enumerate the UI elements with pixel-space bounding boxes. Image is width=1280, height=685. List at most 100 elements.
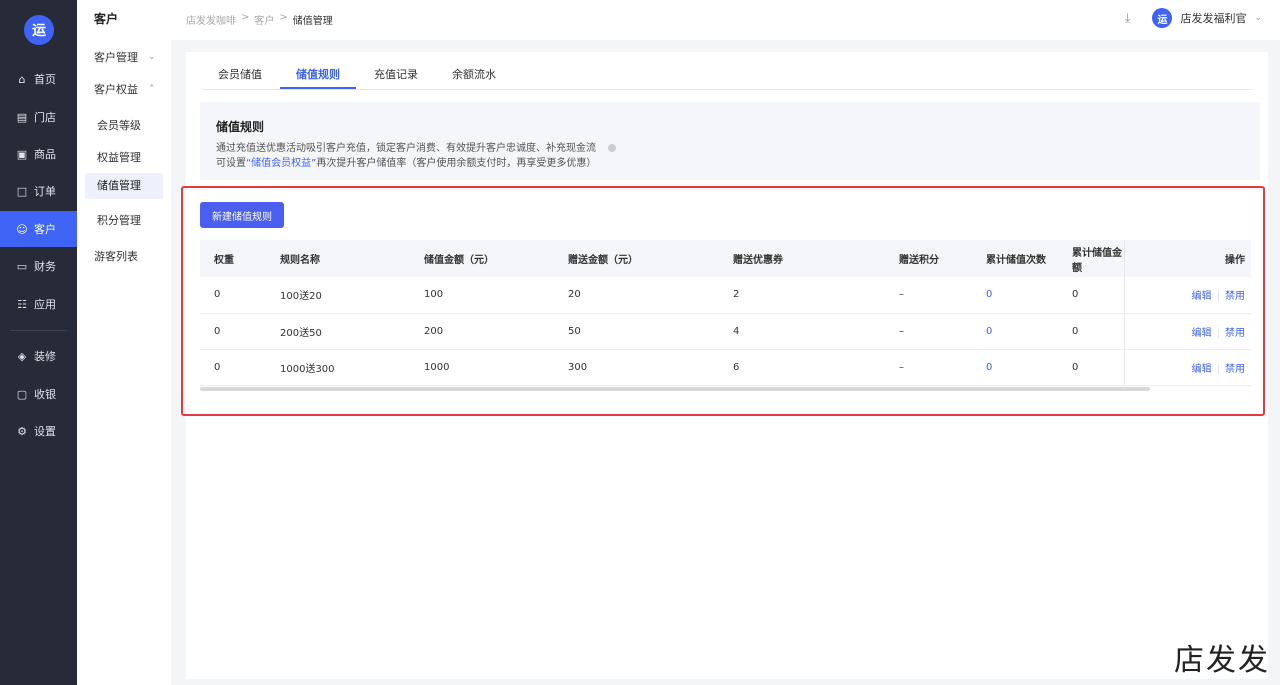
submenu-item-stored-value[interactable]: 储值管理 bbox=[85, 173, 163, 199]
table-header-row: 权重 规则名称 储值金额（元） 赠送金额（元） 赠送优惠券 赠送积分 累计储值次… bbox=[200, 240, 1251, 277]
breadcrumb: 店发发咖啡 > 客户 > 储值管理 bbox=[186, 12, 333, 27]
tab-member-stored-value[interactable]: 会员储值 bbox=[202, 58, 278, 89]
main-nav: 运 ⌂ 首页 ▤ 门店 ▣ 商品 □ 订单 ☺ 客户 ▭ 财务 ☷ 应用 ◈ 装修 ▢ 收银 ⚙ 设… bbox=[0, 0, 77, 685]
cell-points: – bbox=[885, 277, 972, 314]
top-header: 店发发咖啡 > 客户 > 储值管理 ⤓ 运 店发发福利官 ⌄ bbox=[171, 0, 1280, 40]
goods-icon: ▣ bbox=[16, 147, 28, 161]
cell-total: 0 bbox=[1058, 349, 1124, 386]
action-divider: | bbox=[1216, 327, 1220, 339]
stored-value-rights-link[interactable]: “储值会员权益” bbox=[246, 158, 316, 169]
edit-link[interactable]: 编辑 bbox=[1192, 291, 1212, 302]
cell-rule-name: 1000送300 bbox=[266, 349, 410, 386]
download-icon[interactable]: ⤓ bbox=[1125, 11, 1131, 26]
watermark: 店发发 bbox=[1174, 643, 1270, 678]
nav-item-home[interactable]: ⌂ 首页 bbox=[0, 61, 77, 97]
nav-item-customer[interactable]: ☺ 客户 bbox=[0, 211, 77, 247]
nav-label: 门店 bbox=[34, 111, 56, 124]
info-line-2-post: 再次提升客户储值率（客户使用余额支付时，再享受更多优惠） bbox=[316, 158, 597, 169]
order-icon: □ bbox=[16, 184, 28, 198]
breadcrumb-item[interactable]: 店发发咖啡 bbox=[186, 12, 236, 27]
submenu-item-member-level[interactable]: 会员等级 bbox=[97, 117, 141, 133]
cell-actions: 编辑 | 禁用 bbox=[1123, 277, 1251, 314]
tab-balance-flow[interactable]: 余额流水 bbox=[436, 58, 512, 89]
info-line-2: 可设置“储值会员权益”再次提升客户储值率（客户使用余额支付时，再享受更多优惠） bbox=[216, 156, 1244, 171]
nav-item-cashier[interactable]: ▢ 收银 bbox=[0, 376, 77, 412]
info-panel: 储值规则 通过充值送优惠活动吸引客户充值，锁定客户消费、有效提升客户忠诚度、补充… bbox=[200, 102, 1260, 180]
cell-rule-name: 200送50 bbox=[266, 313, 410, 350]
col-header: 权重 bbox=[214, 255, 234, 266]
customer-icon: ☺ bbox=[16, 222, 28, 236]
nav-item-decorate[interactable]: ◈ 装修 bbox=[0, 338, 77, 374]
breadcrumb-current: 储值管理 bbox=[292, 16, 333, 27]
nav-label: 收银 bbox=[34, 388, 56, 401]
nav-label: 应用 bbox=[34, 298, 56, 311]
submenu-item-points[interactable]: 积分管理 bbox=[97, 212, 141, 228]
finance-icon: ▭ bbox=[16, 259, 28, 273]
col-header-actions: 操作 bbox=[1123, 240, 1251, 277]
cell-points: – bbox=[885, 349, 972, 386]
submenu-group-customer-manage[interactable]: 客户管理 ⌄ bbox=[94, 49, 156, 65]
app-logo[interactable]: 运 bbox=[24, 15, 54, 45]
nav-item-goods[interactable]: ▣ 商品 bbox=[0, 136, 77, 172]
nav-item-order[interactable]: □ 订单 bbox=[0, 173, 77, 209]
rules-table: 权重 规则名称 储值金额（元） 赠送金额（元） 赠送优惠券 赠送积分 累计储值次… bbox=[200, 240, 1251, 386]
nav-item-apps[interactable]: ☷ 应用 bbox=[0, 286, 77, 322]
cell-times-link[interactable]: 0 bbox=[972, 313, 1058, 350]
disable-link[interactable]: 禁用 bbox=[1225, 364, 1245, 375]
chevron-down-icon[interactable]: ⌄ bbox=[1254, 13, 1262, 23]
table-row: 0 1000送300 1000 300 6 – 0 0 编辑 | 禁用 bbox=[200, 349, 1251, 386]
new-rule-button[interactable]: 新建储值规则 bbox=[200, 202, 284, 228]
submenu-title: 客户 bbox=[94, 12, 119, 26]
cell-amount: 200 bbox=[410, 313, 554, 350]
cell-amount: 1000 bbox=[410, 349, 554, 386]
tab-stored-value-rules[interactable]: 储值规则 bbox=[280, 58, 356, 89]
store-avatar[interactable]: 运 bbox=[1152, 8, 1173, 28]
info-line-2-pre: 可设置 bbox=[216, 158, 246, 169]
nav-label: 订单 bbox=[34, 185, 56, 198]
help-icon[interactable] bbox=[608, 144, 616, 152]
horizontal-scrollbar[interactable] bbox=[200, 387, 1150, 391]
cashier-icon: ▢ bbox=[16, 387, 28, 401]
header-right: ⤓ 运 店发发福利官 ⌄ bbox=[1125, 8, 1262, 28]
nav-label: 首页 bbox=[34, 73, 56, 86]
col-header: 赠送积分 bbox=[899, 255, 939, 266]
nav-divider bbox=[10, 330, 67, 331]
breadcrumb-separator: > bbox=[279, 12, 288, 23]
col-header: 赠送金额（元） bbox=[568, 255, 638, 266]
disable-link[interactable]: 禁用 bbox=[1225, 291, 1245, 302]
nav-item-finance[interactable]: ▭ 财务 bbox=[0, 248, 77, 284]
tab-bar: 会员储值 储值规则 充值记录 余额流水 bbox=[202, 58, 1252, 90]
disable-link[interactable]: 禁用 bbox=[1225, 328, 1245, 339]
submenu-group-label: 客户管理 bbox=[94, 51, 138, 64]
nav-item-store[interactable]: ▤ 门店 bbox=[0, 99, 77, 135]
cell-actions: 编辑 | 禁用 bbox=[1123, 349, 1251, 386]
submenu-item-rights-manage[interactable]: 权益管理 bbox=[97, 149, 141, 165]
col-header: 赠送优惠券 bbox=[733, 255, 783, 266]
secondary-menu: 客户 客户管理 ⌄ 客户权益 ⌃ 会员等级 权益管理 储值管理 积分管理 游客列表 bbox=[77, 0, 171, 685]
tab-recharge-records[interactable]: 充值记录 bbox=[358, 58, 434, 89]
chevron-down-icon: ⌄ bbox=[148, 52, 156, 62]
cell-times-link[interactable]: 0 bbox=[972, 349, 1058, 386]
cell-rule-name: 100送20 bbox=[266, 277, 410, 314]
chevron-up-icon: ⌃ bbox=[148, 84, 156, 94]
nav-item-settings[interactable]: ⚙ 设置 bbox=[0, 413, 77, 449]
cell-coupons: 4 bbox=[719, 313, 885, 350]
store-name[interactable]: 店发发福利官 bbox=[1180, 10, 1246, 26]
cell-weight: 0 bbox=[200, 313, 266, 350]
decorate-icon: ◈ bbox=[17, 349, 27, 363]
breadcrumb-item[interactable]: 客户 bbox=[254, 12, 274, 27]
cell-bonus: 50 bbox=[554, 313, 719, 350]
submenu-item-visitor-list[interactable]: 游客列表 bbox=[94, 248, 138, 264]
breadcrumb-separator: > bbox=[241, 12, 250, 23]
submenu-group-label: 客户权益 bbox=[94, 83, 138, 96]
nav-label: 商品 bbox=[34, 148, 56, 161]
cell-actions: 编辑 | 禁用 bbox=[1123, 313, 1251, 350]
cell-bonus: 20 bbox=[554, 277, 719, 314]
submenu-group-customer-rights[interactable]: 客户权益 ⌃ bbox=[94, 81, 156, 97]
action-divider: | bbox=[1216, 363, 1220, 375]
edit-link[interactable]: 编辑 bbox=[1192, 364, 1212, 375]
edit-link[interactable]: 编辑 bbox=[1192, 328, 1212, 339]
cell-times-link[interactable]: 0 bbox=[972, 277, 1058, 314]
table-row: 0 100送20 100 20 2 – 0 0 编辑 | 禁用 bbox=[200, 277, 1251, 314]
info-title: 储值规则 bbox=[216, 120, 265, 134]
